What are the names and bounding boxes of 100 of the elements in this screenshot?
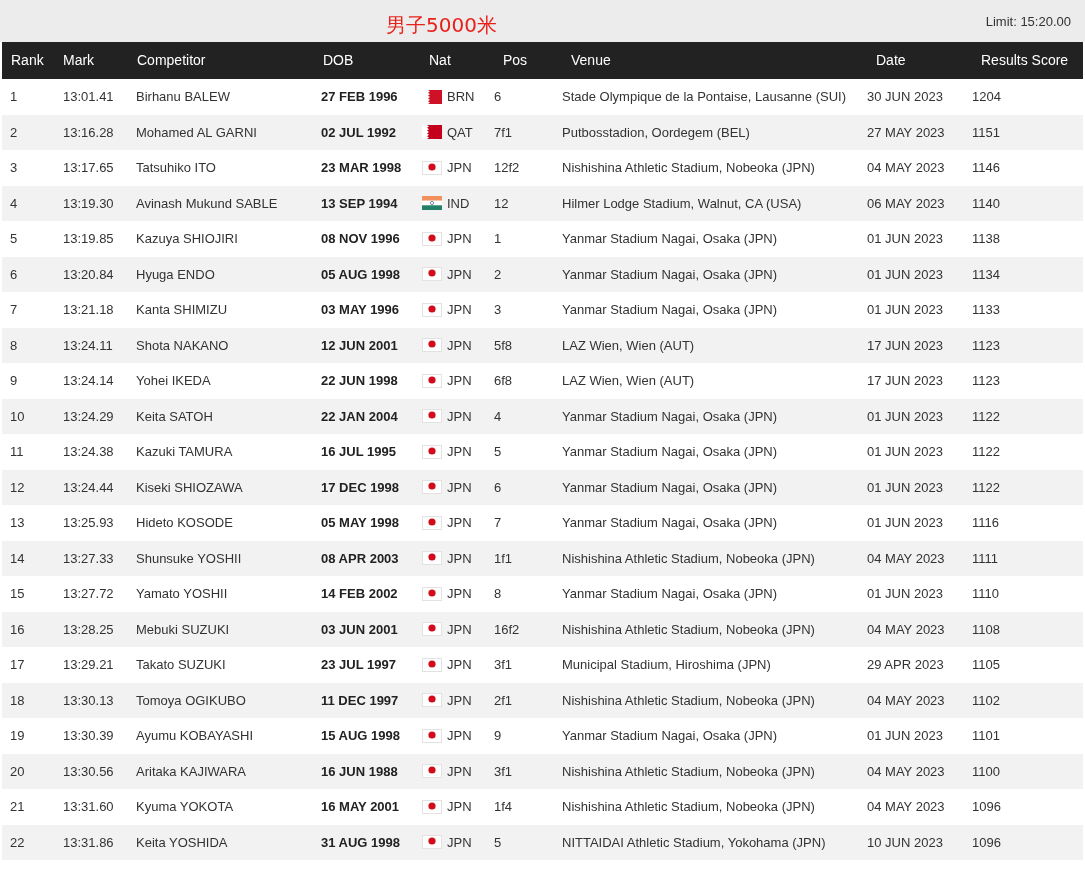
rank-cell-text: 20 [9, 762, 26, 781]
competitor-link[interactable]: Avinash Mukund SABLE [128, 193, 314, 213]
competitor-link[interactable]: Mebuki SUZUKI [128, 619, 314, 639]
score-cell-text: 1133 [972, 301, 1001, 319]
score-cell-text: 1151 [972, 123, 1001, 142]
nat-cell-text: JPN [447, 727, 472, 745]
rank-cell-text: 2 [9, 123, 19, 142]
dob-cell-text: 08 APR 2003 [320, 549, 400, 568]
score-cell-text: 1116 [972, 514, 1000, 532]
competitor-link[interactable]: Yamato YOSHII [128, 584, 314, 604]
score-cell-text: 1122 [972, 443, 1001, 461]
column-header[interactable]: Rank [2, 50, 54, 71]
rank-cell-text: 4 [9, 194, 19, 213]
venue-cell-text: Hilmer Lodge Stadium, Walnut, CA (USA) [562, 194, 803, 213]
flag-icon [422, 799, 442, 814]
pos-cell-text: 1f4 [494, 798, 514, 816]
mark-cell-text: 13:27.72 [62, 585, 115, 603]
competitor-link[interactable]: Kanta SHIMIZU [128, 300, 314, 320]
date-cell-text: 01 JUN 2023 [867, 727, 944, 745]
competitor-link[interactable]: Hyuga ENDO [128, 264, 314, 284]
competitor-link[interactable]: Keita SATOH [128, 406, 314, 426]
nat-cell-text: JPN [447, 230, 472, 248]
score-cell-text: 1122 [972, 478, 1001, 497]
pos-cell-text: 16f2 [494, 620, 521, 639]
dob-cell-text: 31 AUG 1998 [320, 833, 401, 852]
competitor-link[interactable]: Hideto KOSODE [128, 513, 314, 533]
nat-cell-text: JPN [447, 514, 472, 532]
column-header[interactable]: Nat [420, 50, 494, 71]
pos-cell-text: 3f1 [494, 656, 514, 674]
competitor-link[interactable]: Kiseki SHIOZAWA [128, 477, 314, 497]
pos-cell-text: 8 [494, 585, 503, 603]
flag-icon [422, 89, 442, 104]
rank-cell-text: 14 [9, 549, 26, 568]
competitor-link[interactable]: Takato SUZUKI [128, 655, 314, 675]
mark-cell-text: 13:30.13 [62, 691, 115, 710]
competitor-link[interactable]: Keita YOSHIDA [128, 832, 314, 852]
column-header[interactable]: Date [867, 50, 972, 71]
competitor-link[interactable]: Kyuma YOKOTA [128, 797, 314, 817]
dob-cell-text: 03 MAY 1996 [320, 301, 401, 319]
venue-cell-text: Nishishina Athletic Stadium, Nobeoka (JPN) [562, 620, 816, 639]
competitor-link[interactable]: Birhanu BALEW [128, 87, 314, 107]
score-cell-text: 1108 [972, 620, 1001, 639]
mark-cell-text: 13:31.60 [62, 798, 115, 816]
competitor-link[interactable]: Kazuki TAMURA [128, 442, 314, 462]
flag-icon [422, 160, 442, 175]
rank-cell-text: 8 [9, 336, 19, 355]
flag-icon [422, 373, 442, 388]
nat-cell-text: JPN [447, 620, 472, 639]
venue-cell-text: Stade Olympique de la Pontaise, Lausanne (SUI) [562, 88, 847, 106]
date-cell-text: 04 MAY 2023 [867, 798, 946, 816]
mark-cell-text: 13:19.85 [62, 230, 115, 248]
dob-cell-text: 23 MAR 1998 [320, 159, 403, 177]
competitor-link[interactable]: Shunsuke YOSHII [128, 548, 314, 568]
venue-cell-text: Yanmar Stadium Nagai, Osaka (JPN) [562, 265, 779, 284]
column-header[interactable]: Pos [494, 50, 562, 71]
competitor-link[interactable]: Tomoya OGIKUBO [128, 690, 314, 710]
date-cell-text: 17 JUN 2023 [867, 372, 944, 390]
rank-cell-text: 6 [9, 265, 19, 284]
column-header[interactable]: Mark [54, 50, 128, 71]
nat-cell-text: QAT [447, 123, 473, 142]
dob-cell-text: 16 JUN 1988 [320, 762, 399, 781]
column-header[interactable]: Competitor [128, 50, 314, 71]
column-header[interactable]: DOB [314, 50, 420, 71]
flag-icon [422, 409, 442, 424]
date-cell-text: 01 JUN 2023 [867, 443, 944, 461]
flag-icon [422, 693, 442, 708]
column-header[interactable]: Results Score [972, 50, 1076, 71]
rank-cell-text: 22 [9, 833, 26, 852]
nat-cell-text: JPN [447, 691, 472, 710]
pos-cell-text: 5f8 [494, 336, 514, 355]
rank-cell-text: 10 [9, 407, 26, 426]
venue-cell-text: Yanmar Stadium Nagai, Osaka (JPN) [562, 585, 779, 603]
score-cell-text: 1204 [972, 88, 1002, 106]
flag-icon [422, 267, 442, 282]
score-cell-text: 1138 [972, 230, 1001, 248]
venue-cell-text: Yanmar Stadium Nagai, Osaka (JPN) [562, 301, 779, 319]
rank-cell-text: 9 [9, 372, 19, 390]
score-cell-text: 1146 [972, 159, 1001, 177]
dob-cell-text: 23 JUL 1997 [320, 656, 397, 674]
nat-cell-text: JPN [447, 301, 472, 319]
dob-cell-text: 11 DEC 1997 [320, 691, 400, 710]
column-header[interactable]: Venue [562, 50, 867, 71]
competitor-link[interactable]: Shota NAKANO [128, 335, 314, 355]
venue-cell-text: Nishishina Athletic Stadium, Nobeoka (JPN) [562, 691, 816, 710]
dob-cell-text: 12 JUN 2001 [320, 336, 399, 355]
competitor-link[interactable]: Yohei IKEDA [128, 371, 314, 391]
date-cell-text: 27 MAY 2023 [867, 123, 946, 142]
page-title: 男子5000米 [386, 12, 497, 38]
date-cell-text: 10 JUN 2023 [867, 833, 944, 852]
flag-icon [422, 551, 442, 566]
limit-text: Limit: 15:20.00 [985, 13, 1071, 31]
nat-cell-text: JPN [447, 407, 472, 426]
mark-cell-text: 13:16.28 [62, 123, 115, 142]
competitor-link[interactable]: Kazuya SHIOJIRI [128, 229, 314, 249]
pos-cell-text: 1 [494, 230, 503, 248]
competitor-link[interactable]: Ayumu KOBAYASHI [128, 726, 314, 746]
competitor-link[interactable]: Mohamed AL GARNI [128, 122, 314, 142]
pos-cell-text: 9 [494, 727, 503, 745]
competitor-link[interactable]: Tatsuhiko ITO [128, 158, 314, 178]
competitor-link[interactable]: Aritaka KAJIWARA [128, 761, 314, 781]
